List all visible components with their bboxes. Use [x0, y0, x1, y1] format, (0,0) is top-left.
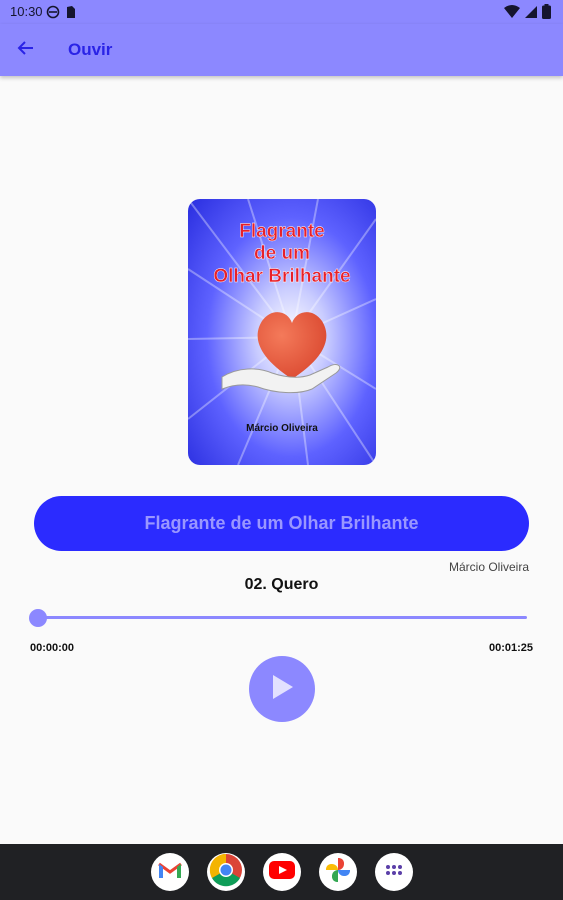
status-bar: 10:30 — [0, 0, 563, 24]
slider-track — [38, 616, 527, 619]
progress-slider[interactable] — [29, 608, 527, 628]
chrome-app[interactable] — [207, 853, 245, 891]
cover-author: Márcio Oliveira — [246, 423, 318, 434]
back-button[interactable] — [12, 36, 40, 64]
app-drawer[interactable] — [375, 853, 413, 891]
page-title: Ouvir — [68, 40, 113, 59]
signal-icon — [524, 5, 538, 24]
book-cover: Flagrante de um Olhar Brilhante Márcio O… — [188, 199, 376, 465]
app-drawer-icon — [385, 863, 403, 881]
slider-thumb[interactable] — [29, 609, 47, 627]
gmail-app[interactable] — [151, 853, 189, 891]
arrow-back-icon — [17, 39, 35, 62]
youtube-app[interactable] — [263, 853, 301, 891]
chrome-icon — [209, 853, 243, 892]
play-icon — [270, 674, 294, 705]
cover-title-line-2: de um — [254, 243, 310, 264]
vpn-icon — [46, 5, 60, 24]
current-time: 00:00:00 — [30, 642, 75, 654]
dock — [0, 844, 563, 900]
book-title-banner: Flagrante de um Olhar Brilhante — [34, 496, 529, 551]
wifi-icon — [504, 4, 520, 24]
battery-icon — [542, 4, 551, 24]
author-label: Márcio Oliveira — [448, 560, 529, 574]
total-time: 00:01:25 — [488, 642, 533, 654]
status-time: 10:30 — [10, 4, 43, 19]
play-button[interactable] — [249, 656, 315, 722]
book-title: Flagrante de um Olhar Brilhante — [144, 513, 419, 533]
cover-title-line-1: Flagrante — [239, 221, 325, 242]
youtube-icon — [269, 860, 295, 884]
status-icons — [504, 4, 551, 24]
photos-icon — [325, 857, 351, 888]
gmail-icon — [158, 861, 182, 884]
sim-icon — [66, 5, 76, 24]
photos-app[interactable] — [319, 853, 357, 891]
track-title: 02. Quero — [244, 576, 319, 593]
cover-title-line-3: Olhar Brilhante — [213, 266, 350, 287]
app-bar: Ouvir — [0, 24, 563, 76]
